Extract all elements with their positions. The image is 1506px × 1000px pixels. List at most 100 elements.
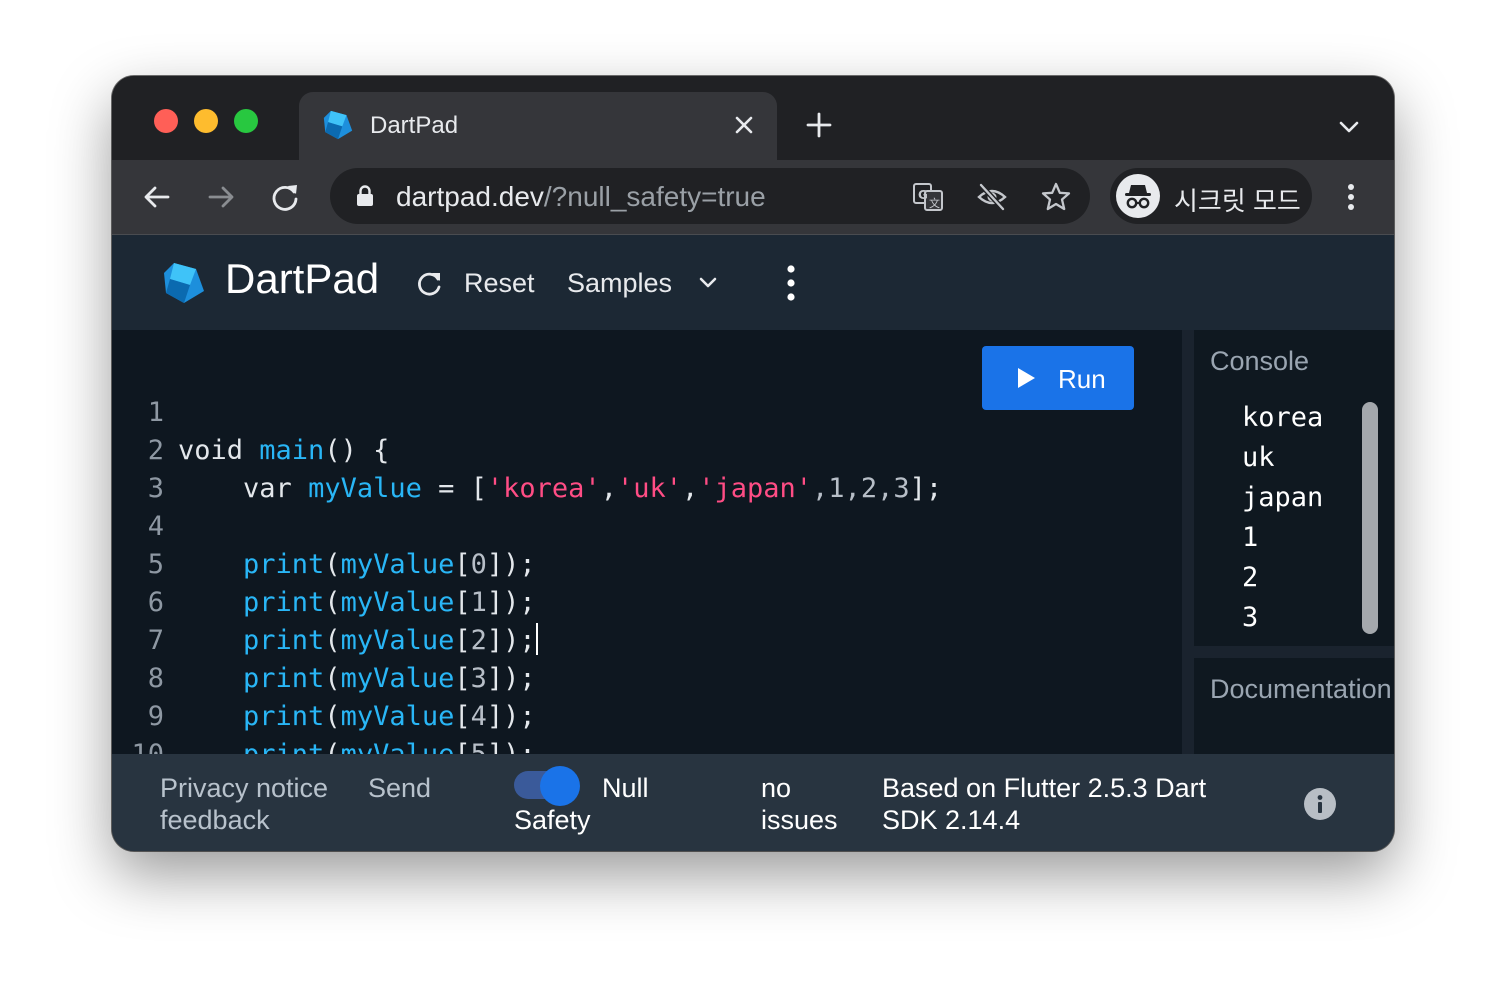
run-button[interactable]: Run [982, 346, 1134, 410]
dart-logo-icon [164, 263, 204, 303]
app-title: DartPad [225, 255, 380, 302]
chevron-down-icon[interactable] [1336, 114, 1362, 140]
code-token: () { [324, 435, 390, 466]
code-line[interactable]: 7 print(myValue[3]); [112, 584, 536, 694]
browser-toolbar: dartpad.dev/?null_safety=true G 文 시크릿 모드 [112, 160, 1394, 235]
run-label: Run [1058, 364, 1106, 394]
console-title: Console [1210, 346, 1310, 376]
svg-text:G: G [918, 188, 928, 202]
version-info: Based on Flutter 2.5.3 Dart [882, 773, 1207, 803]
code-token: var [243, 473, 309, 504]
translate-icon[interactable]: G 文 [912, 181, 944, 213]
code-token: ( [324, 663, 341, 694]
code-line[interactable]: 10 } [112, 698, 242, 808]
code-token: , [600, 473, 617, 504]
code-token: ,1,2,3 [812, 473, 910, 504]
url-host: dartpad.dev [396, 181, 544, 212]
code-token: ]; [909, 473, 943, 504]
privacy-notice-link[interactable]: Privacy notice [160, 772, 328, 804]
close-icon[interactable] [731, 112, 757, 138]
code-line[interactable]: 4 print(myValue[0]); [112, 470, 536, 580]
tab-strip: DartPad [112, 76, 1394, 160]
code-token: = [ [421, 473, 487, 504]
code-token: [ [454, 663, 471, 694]
chevron-down-icon [699, 277, 717, 288]
play-icon [1018, 368, 1035, 388]
forward-icon[interactable] [204, 180, 238, 214]
code-line[interactable]: 6 print(myValue[2]); [112, 546, 538, 656]
url-text[interactable]: dartpad.dev/?null_safety=true [396, 181, 766, 213]
more-vert-icon[interactable] [1334, 180, 1368, 214]
code-line[interactable]: 9 print(myValue[5]); [112, 660, 536, 770]
code-token: ]); [486, 587, 536, 618]
code-line[interactable]: 1 void main() { [112, 356, 390, 466]
more-vert-icon[interactable] [776, 263, 806, 303]
code-token: ]); [486, 701, 536, 732]
code-token: myValue [340, 587, 455, 618]
console-scrollbar[interactable] [1362, 402, 1378, 634]
code-token: print [243, 663, 325, 694]
samples-dropdown[interactable]: Samples [560, 257, 730, 307]
incognito-avatar [1116, 174, 1160, 218]
eye-off-icon[interactable] [976, 181, 1008, 213]
console-output: korea uk japan 1 2 3 [1242, 398, 1323, 638]
console-line: 1 [1242, 522, 1259, 553]
send-feedback-link[interactable]: Send [368, 772, 431, 804]
panel-splitter[interactable] [1194, 646, 1394, 658]
send-feedback-link[interactable]: feedback [160, 804, 270, 836]
code-token: 'korea' [486, 473, 601, 504]
panel-splitter[interactable] [1182, 330, 1194, 754]
console-line: korea [1242, 402, 1324, 433]
code-token: 3 [470, 663, 487, 694]
close-window-button[interactable] [154, 109, 178, 133]
back-icon[interactable] [140, 180, 174, 214]
code-token: 'uk' [616, 473, 682, 504]
address-bar[interactable]: dartpad.dev/?null_safety=true G 文 [330, 168, 1090, 224]
code-token: ( [324, 549, 341, 580]
code-token: 1 [470, 587, 487, 618]
url-path: /?null_safety=true [543, 181, 766, 212]
incognito-profile-button[interactable]: 시크릿 모드 [1110, 168, 1312, 224]
console-line: 3 [1242, 602, 1259, 633]
code-editor[interactable]: 1 void main() { 2 var myValue = ['korea'… [112, 330, 1182, 808]
console-line: uk [1242, 442, 1275, 473]
issues-status[interactable]: no [761, 772, 791, 804]
browser-window: DartPad dartpad.dev/?null_safety=true G … [112, 76, 1394, 851]
code-token: [ [454, 549, 471, 580]
documentation-panel: Documentation [1194, 658, 1394, 754]
info-icon[interactable] [1304, 788, 1336, 820]
code-token: main [259, 435, 325, 466]
code-line[interactable]: 2 var myValue = ['korea','uk','japan',1,… [112, 394, 942, 504]
code-token: print [243, 625, 325, 656]
code-line[interactable]: 8 print(myValue[4]); [112, 622, 536, 732]
code-token: print [243, 549, 325, 580]
toggle-knob [540, 766, 580, 806]
code-line[interactable]: 3 [112, 432, 242, 504]
code-token: ( [324, 625, 341, 656]
maximize-window-button[interactable] [234, 109, 258, 133]
code-token: 'japan' [698, 473, 813, 504]
code-token: [ [454, 587, 471, 618]
incognito-icon [1125, 185, 1151, 209]
null-safety-toggle[interactable] [514, 766, 584, 806]
console-panel: Console korea uk japan 1 2 3 [1194, 330, 1394, 646]
reload-icon[interactable] [268, 180, 302, 214]
code-token: print [243, 587, 325, 618]
issues-status[interactable]: issues [761, 804, 838, 836]
code-token: myValue [340, 625, 455, 656]
dartpad-header: DartPad Reset Samples [112, 235, 1394, 330]
refresh-icon [418, 272, 441, 296]
code-token: ( [324, 587, 341, 618]
code-token: myValue [340, 549, 455, 580]
text-cursor [535, 623, 538, 655]
reset-label: Reset [464, 268, 535, 298]
code-line[interactable]: 5 print(myValue[1]); [112, 508, 536, 618]
minimize-window-button[interactable] [194, 109, 218, 133]
code-token: myValue [308, 473, 422, 504]
code-token: [ [454, 701, 471, 732]
plus-icon[interactable] [804, 110, 834, 140]
samples-label: Samples [567, 268, 673, 298]
star-icon[interactable] [1040, 181, 1072, 213]
lock-icon[interactable] [356, 185, 374, 207]
tab-dartpad[interactable]: DartPad [299, 92, 777, 160]
